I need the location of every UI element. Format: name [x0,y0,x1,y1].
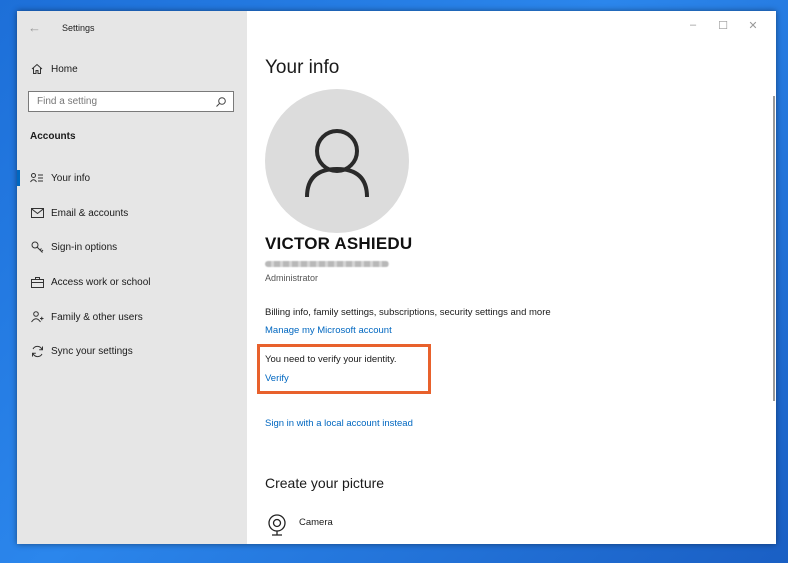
billing-info-text: Billing info, family settings, subscript… [265,307,551,318]
sidebar-item-family-other-users[interactable]: Family & other users [17,303,247,331]
sidebar-item-sign-in-options[interactable]: Sign-in options [17,233,247,261]
user-name: VICTOR ASHIEDU [265,234,413,253]
sidebar: ← Settings Home Find a setting Accounts … [17,11,247,544]
back-arrow-icon[interactable]: ← [28,20,41,35]
window-title: Settings [62,23,95,33]
sidebar-item-home[interactable]: Home [17,55,247,83]
main-content: – ☐ ✕ Your info VICTOR ASHIEDU Administr… [247,11,776,544]
sidebar-item-access-work-school[interactable]: Access work or school [17,268,247,296]
person-list-icon [30,171,44,185]
camera-label[interactable]: Camera [299,517,333,528]
key-icon [30,240,44,254]
search-icon [215,95,227,113]
minimize-button[interactable]: – [678,19,708,32]
camera-icon[interactable] [267,513,287,542]
search-placeholder: Find a setting [37,96,98,107]
page-title: Your info [265,57,340,78]
maximize-button[interactable]: ☐ [708,19,738,32]
sidebar-item-label: Sync your settings [51,345,133,357]
sidebar-item-label: Email & accounts [51,207,129,219]
create-picture-heading: Create your picture [265,475,385,491]
local-account-link[interactable]: Sign in with a local account instead [265,418,413,429]
sidebar-item-label: Sign-in options [51,241,118,253]
home-icon [30,62,44,76]
mail-icon [30,206,44,220]
people-icon [30,310,44,324]
redacted-email [265,261,389,267]
sidebar-item-label: Family & other users [51,311,143,323]
scrollbar[interactable] [773,96,775,401]
search-input[interactable]: Find a setting [28,91,234,112]
verify-highlight-box [257,344,431,394]
user-role: Administrator [265,273,319,283]
sidebar-item-your-info[interactable]: Your info [17,164,247,192]
verify-link[interactable]: Verify [265,373,289,384]
sidebar-item-email-accounts[interactable]: Email & accounts [17,199,247,227]
section-title: Accounts [30,131,76,142]
sidebar-item-sync-settings[interactable]: Sync your settings [17,337,247,365]
sidebar-item-label: Access work or school [51,276,151,288]
sync-icon [30,344,44,358]
verify-message: You need to verify your identity. [265,354,397,365]
sidebar-item-label: Your info [51,172,91,184]
close-button[interactable]: ✕ [738,19,768,32]
briefcase-icon [30,275,44,289]
manage-account-link[interactable]: Manage my Microsoft account [265,325,392,336]
sidebar-item-label: Home [51,63,78,75]
settings-window: ← Settings Home Find a setting Accounts … [17,11,776,544]
user-silhouette-icon [305,129,369,198]
window-controls: – ☐ ✕ [678,19,768,32]
avatar[interactable] [265,89,409,233]
